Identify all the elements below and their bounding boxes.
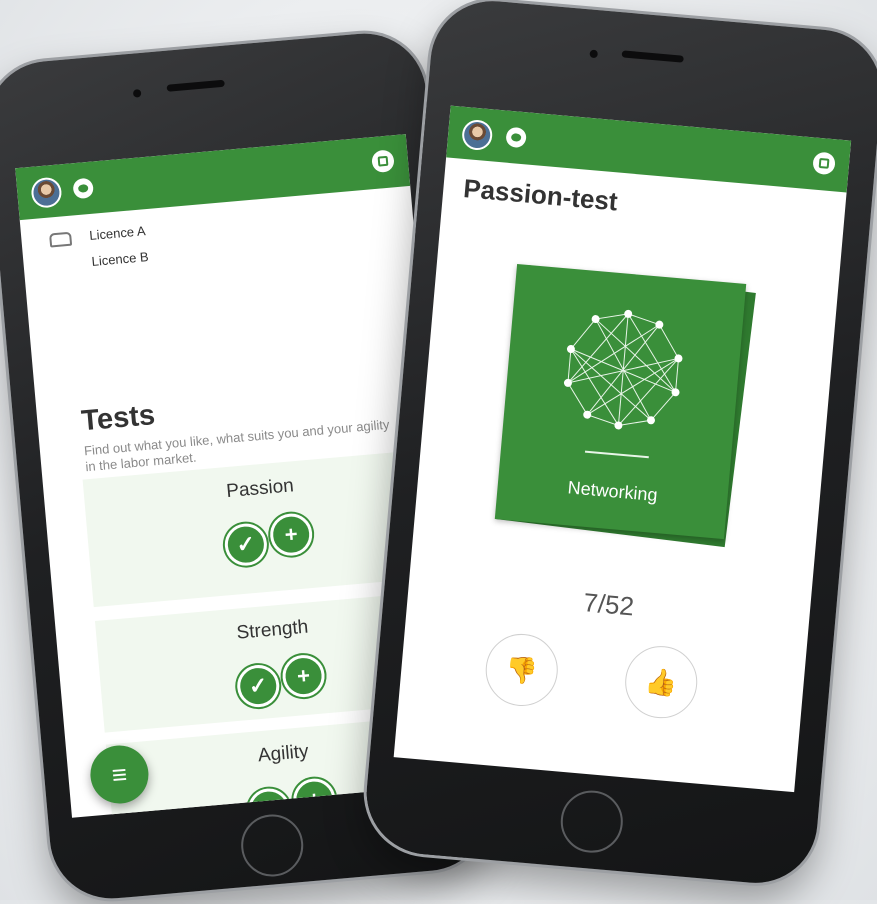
front-camera xyxy=(589,49,599,59)
tests-title: Tests xyxy=(80,399,157,438)
licence-item: Licence A xyxy=(88,223,147,244)
earpiece-speaker xyxy=(166,79,225,92)
thumbs-up-icon: 👍 xyxy=(643,665,679,699)
check-button[interactable]: ✓ xyxy=(235,663,282,709)
user-avatar[interactable] xyxy=(30,176,63,209)
check-button[interactable]: ✓ xyxy=(223,521,269,568)
chat-icon[interactable] xyxy=(505,126,527,149)
home-button[interactable] xyxy=(238,811,306,880)
add-button[interactable]: + xyxy=(280,653,327,699)
card-label: Networking xyxy=(566,477,659,506)
dislike-button[interactable]: 👎 xyxy=(482,630,561,709)
logout-icon[interactable] xyxy=(371,149,395,174)
car-icon xyxy=(49,231,73,248)
chat-icon[interactable] xyxy=(72,177,95,200)
menu-icon: ≡ xyxy=(110,758,129,791)
card-divider xyxy=(584,450,649,459)
home-button[interactable] xyxy=(558,788,626,856)
logout-icon[interactable] xyxy=(812,151,836,176)
progress-counter: 7/52 xyxy=(582,587,636,622)
add-button[interactable]: + xyxy=(268,511,314,558)
earpiece-speaker xyxy=(621,50,684,63)
check-button[interactable]: ✓ xyxy=(246,786,292,818)
thumbs-down-icon: 👎 xyxy=(504,653,540,687)
like-button[interactable]: 👍 xyxy=(622,643,701,722)
front-camera xyxy=(132,89,142,98)
topic-card[interactable]: Networking xyxy=(494,264,747,540)
network-icon xyxy=(563,309,683,430)
user-avatar[interactable] xyxy=(460,118,494,152)
right-phone: Passion-test Networking 7/52 👎 👍 xyxy=(361,0,877,889)
card-stack[interactable]: Networking xyxy=(494,264,756,548)
app-bar xyxy=(15,134,411,221)
right-screen: Passion-test Networking 7/52 👎 👍 xyxy=(393,105,852,793)
add-button[interactable]: + xyxy=(291,776,338,818)
page-title: Passion-test xyxy=(462,173,619,217)
licence-item: Licence B xyxy=(90,249,150,269)
